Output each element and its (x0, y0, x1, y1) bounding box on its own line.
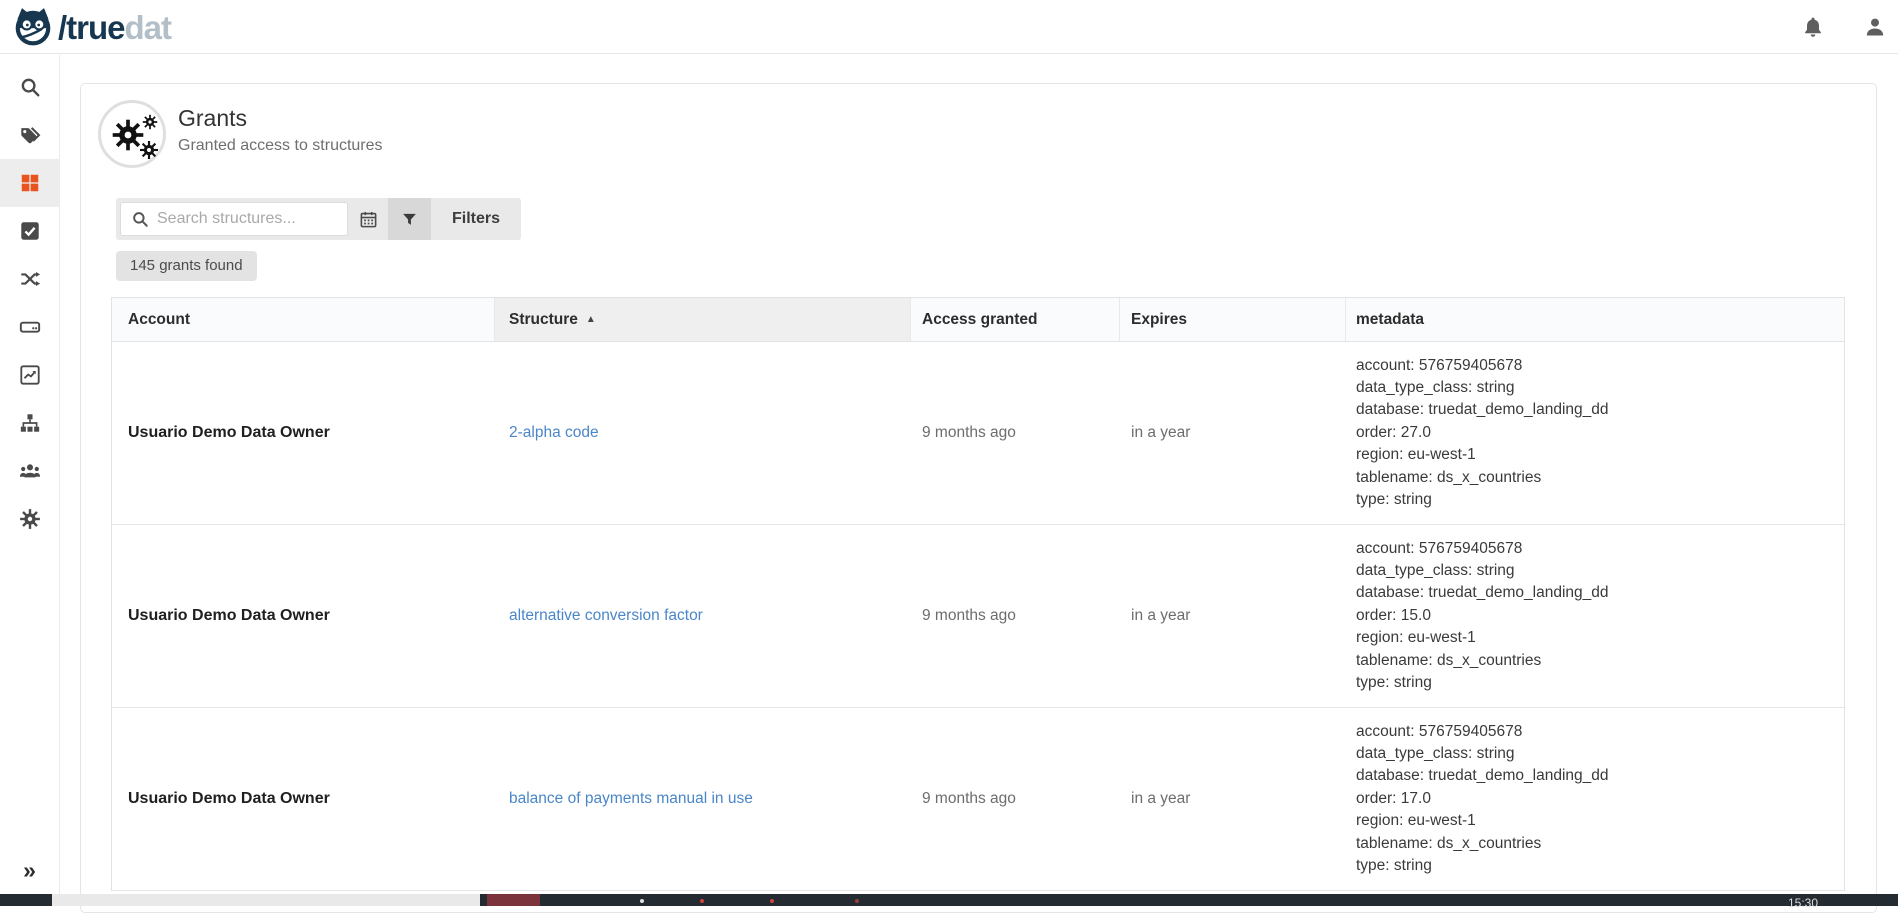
access-granted-cell: 9 months ago (911, 525, 1120, 707)
account-cell: Usuario Demo Data Owner (112, 708, 495, 890)
account-cell: Usuario Demo Data Owner (112, 525, 495, 707)
filter-funnel-icon (401, 211, 418, 228)
table-row: Usuario Demo Data Owner 2-alpha code 9 m… (112, 342, 1844, 525)
sidebar-item-settings[interactable] (0, 495, 59, 543)
notifications-bell-icon[interactable] (1801, 15, 1825, 39)
grants-card: Grants Granted access to structures Fi (80, 83, 1877, 913)
users-icon (19, 460, 41, 482)
sidebar-item-lineage[interactable] (0, 255, 59, 303)
column-header-expires[interactable]: Expires (1120, 298, 1346, 341)
table-row: Usuario Demo Data Owner alternative conv… (112, 525, 1844, 708)
search-input[interactable] (157, 210, 337, 228)
top-bar: /truedat (0, 0, 1898, 54)
sidebar-item-users[interactable] (0, 447, 59, 495)
taskbar-dot (770, 899, 774, 903)
calendar-icon (359, 210, 378, 229)
table-header-row: Account Structure▲ Access granted Expire… (112, 297, 1844, 342)
taskbar-dot (640, 899, 644, 903)
expires-cell: in a year (1120, 708, 1346, 890)
taskbar-dot (700, 899, 704, 903)
results-count-badge: 145 grants found (116, 251, 257, 281)
grants-gears-badge (98, 100, 166, 168)
taskbar-app-button[interactable] (487, 894, 540, 906)
column-header-access-granted[interactable]: Access granted (911, 298, 1120, 341)
filters-toggle-button[interactable] (388, 198, 431, 240)
shuffle-icon (19, 268, 41, 290)
grid-icon (19, 172, 41, 194)
gear-icon (19, 508, 41, 530)
sidebar-item-sources[interactable] (0, 303, 59, 351)
taskbar-dot (855, 899, 859, 903)
calendar-filter-button[interactable] (348, 198, 388, 240)
tags-icon (19, 124, 41, 146)
os-taskbar: 15:30 (0, 894, 1898, 906)
access-granted-cell: 9 months ago (911, 708, 1120, 890)
table-row: Usuario Demo Data Owner balance of payme… (112, 708, 1844, 891)
metadata-cell: account: 576759405678 data_type_class: s… (1346, 708, 1844, 890)
search-icon (131, 210, 149, 228)
sidebar-item-structures[interactable] (0, 159, 59, 207)
sidebar-item-tags[interactable] (0, 111, 59, 159)
search-filter-bar: Filters (116, 198, 521, 240)
page-subtitle: Granted access to structures (178, 137, 383, 155)
chart-line-icon (19, 364, 41, 386)
logo-wordmark: /truedat (58, 9, 171, 47)
structure-link[interactable]: balance of payments manual in use (509, 790, 753, 808)
sort-asc-icon: ▲ (586, 314, 596, 325)
sidebar-item-rules[interactable] (0, 207, 59, 255)
column-header-account[interactable]: Account (112, 298, 495, 341)
metadata-cell: account: 576759405678 data_type_class: s… (1346, 342, 1844, 524)
expires-cell: in a year (1120, 525, 1346, 707)
metadata-cell: account: 576759405678 data_type_class: s… (1346, 525, 1844, 707)
search-input-wrap[interactable] (120, 202, 348, 236)
truedat-logo[interactable]: /truedat (12, 7, 171, 49)
gear-icon (142, 114, 158, 130)
page-title: Grants (178, 105, 247, 132)
sidebar-item-dashboards[interactable] (0, 351, 59, 399)
grants-table: Account Structure▲ Access granted Expire… (111, 297, 1845, 891)
column-header-structure[interactable]: Structure▲ (495, 298, 911, 341)
access-granted-cell: 9 months ago (911, 342, 1120, 524)
account-cell: Usuario Demo Data Owner (112, 342, 495, 524)
taskbar-clock: 15:30 (1788, 896, 1818, 910)
sidebar-expand-chevron[interactable]: » (0, 856, 59, 886)
drive-icon (19, 316, 41, 338)
search-icon (19, 76, 41, 98)
sidebar-nav: » (0, 55, 60, 894)
taskbar-window-strip[interactable] (52, 894, 480, 906)
sidebar-item-search[interactable] (0, 63, 59, 111)
expires-cell: in a year (1120, 342, 1346, 524)
gear-icon (139, 140, 159, 160)
sidebar-item-domains[interactable] (0, 399, 59, 447)
sitemap-icon (19, 412, 41, 434)
column-header-metadata[interactable]: metadata (1346, 298, 1844, 341)
owl-logo-icon (12, 6, 54, 51)
structure-link[interactable]: alternative conversion factor (509, 607, 703, 625)
structure-link[interactable]: 2-alpha code (509, 424, 599, 442)
check-square-icon (19, 220, 41, 242)
user-profile-icon[interactable] (1863, 15, 1887, 39)
filters-label[interactable]: Filters (431, 210, 521, 228)
